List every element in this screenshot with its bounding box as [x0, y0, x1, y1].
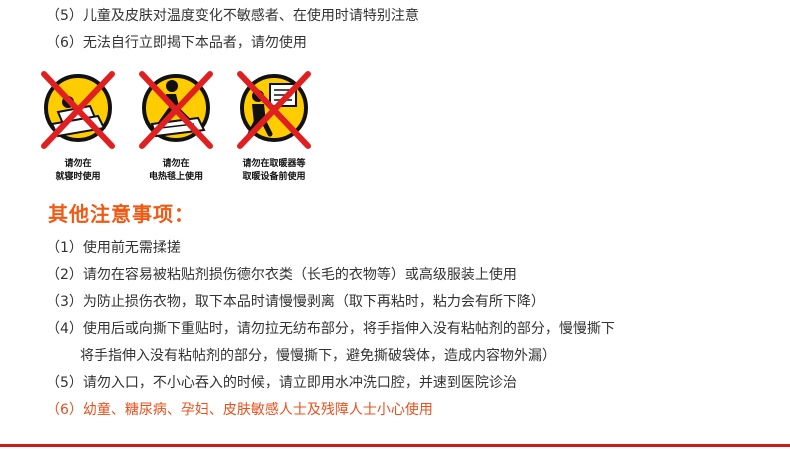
caution-item-5: （5）儿童及皮肤对温度变化不敏感者、在使用时请特别注意: [46, 8, 419, 24]
warning-no-heater: 请勿在取暖器等 取暖设备前使用: [234, 66, 314, 192]
note-item-4: （4）使用后或向撕下重贴时，请勿拉无纺布部分，将手指伸入没有粘帖剂的部分，慢慢撕…: [46, 321, 615, 337]
warning-caption-line2: 电热毯上使用: [148, 172, 203, 182]
no-heater-icon: [237, 71, 311, 149]
caution-item-6: （6）无法自行立即揭下本品者，请勿使用: [46, 35, 307, 51]
warning-caption-line1: 请勿在取暖器等: [242, 159, 306, 169]
section-title: 其他注意事项：: [48, 202, 195, 226]
no-heating-pad-icon: [139, 71, 213, 149]
bottom-divider: [0, 444, 790, 447]
warning-no-heating-pad: 请勿在 电热毯上使用: [136, 66, 216, 192]
note-item-3: （3）为防止损伤衣物，取下本品时请慢慢剥离（取下再粘时，粘力会有所下降）: [46, 294, 545, 310]
note-item-4-continued: 将手指伸入没有粘帖剂的部分，慢慢撕下，避免撕破袋体，造成内容物外漏）: [80, 348, 556, 364]
warning-caption-line2: 取暖设备前使用: [242, 172, 306, 182]
note-item-2: （2）请勿在容易被粘贴剂损伤德尔衣类（长毛的衣物等）或高级服装上使用: [46, 267, 517, 283]
warning-caption-line1: 请勿在: [64, 159, 92, 169]
warning-caption-line1: 请勿在: [162, 159, 190, 169]
note-item-5: （5）请勿入口，不小心吞入的时候，请立即用水冲洗口腔，并速到医院诊治: [46, 375, 517, 391]
warning-caption-line2: 就寝时使用: [55, 172, 101, 182]
no-bed-icon: [41, 71, 115, 149]
note-item-6-highlight: （6）幼童、糖尿病、孕妇、皮肤敏感人士及残障人士小心使用: [46, 402, 433, 418]
warning-no-bed: 请勿在 就寝时使用: [38, 66, 118, 192]
warning-icon-row: 请勿在 就寝时使用 请勿在 电热毯上使用 请勿在取暖器等 取暖设备前使用: [38, 66, 318, 196]
note-item-1: （1）使用前无需揉搓: [46, 240, 181, 256]
